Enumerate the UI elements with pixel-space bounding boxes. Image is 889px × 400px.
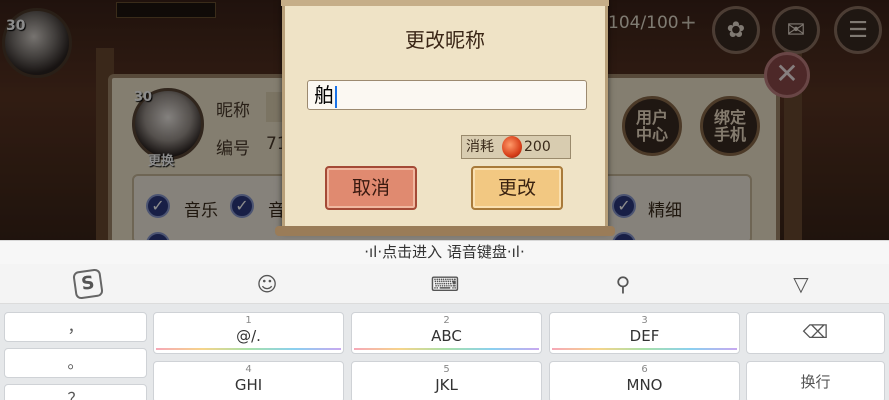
voice-keyboard-bar[interactable]: ·ıl·点击进入 语音键盘·ıl· xyxy=(0,240,889,264)
nickname-input-value: 舶 xyxy=(314,83,334,107)
keyboard-keys: ， 。 ？ 1 @/. 2 ABC 3 DEF ⌫ 4 GHI 5 JKL 6 … xyxy=(0,304,889,400)
key-underline xyxy=(354,348,539,350)
key-underline xyxy=(552,348,737,350)
key-4[interactable]: 4 GHI xyxy=(153,361,344,400)
key-underline xyxy=(156,348,341,350)
keyboard-icon[interactable]: ⌨ xyxy=(430,270,460,298)
key-3-label: DEF xyxy=(629,327,660,345)
emoji-icon[interactable]: ☺ xyxy=(252,270,282,298)
key-1-label: @/. xyxy=(236,327,261,345)
confirm-change-button[interactable]: 更改 xyxy=(471,166,563,210)
dialog-scroll-rod xyxy=(275,226,615,236)
question-key[interactable]: ？ xyxy=(4,384,147,400)
key-6-number: 6 xyxy=(641,364,648,375)
key-5-label: JKL xyxy=(435,376,458,394)
sogou-logo-icon[interactable]: S xyxy=(72,268,104,300)
key-1[interactable]: 1 @/. xyxy=(153,312,344,354)
comma-key[interactable]: ， xyxy=(4,312,147,342)
period-key[interactable]: 。 xyxy=(4,348,147,378)
hide-keyboard-icon[interactable]: ▽ xyxy=(786,270,816,298)
key-3-number: 3 xyxy=(641,315,648,326)
cost-label: 消耗 xyxy=(466,139,494,155)
key-5[interactable]: 5 JKL xyxy=(351,361,542,400)
key-6[interactable]: 6 MNO xyxy=(549,361,740,400)
enter-key[interactable]: 换行 xyxy=(746,361,885,400)
cost-box: 消耗 200 xyxy=(461,135,571,159)
text-caret xyxy=(335,85,337,108)
key-6-label: MNO xyxy=(626,376,663,394)
keyboard-toolbar: S ☺ ⌨ ⚲ ▽ xyxy=(0,264,889,304)
key-1-number: 1 xyxy=(245,315,252,326)
search-icon[interactable]: ⚲ xyxy=(608,270,638,298)
key-4-number: 4 xyxy=(245,364,252,375)
key-5-number: 5 xyxy=(443,364,450,375)
dialog-title: 更改昵称 xyxy=(405,28,485,52)
cancel-button[interactable]: 取消 xyxy=(325,166,417,210)
key-4-label: GHI xyxy=(234,376,263,394)
nickname-input[interactable]: 舶 xyxy=(307,80,587,110)
magatama-icon xyxy=(502,136,522,158)
backspace-key[interactable]: ⌫ xyxy=(746,312,885,354)
rename-dialog: 更改昵称 舶 消耗 200 取消 更改 xyxy=(275,0,615,236)
cost-value: 200 xyxy=(524,139,551,155)
key-2-label: ABC xyxy=(431,327,462,345)
key-2[interactable]: 2 ABC xyxy=(351,312,542,354)
dialog-top-edge xyxy=(281,0,609,6)
key-2-number: 2 xyxy=(443,315,450,326)
key-3[interactable]: 3 DEF xyxy=(549,312,740,354)
